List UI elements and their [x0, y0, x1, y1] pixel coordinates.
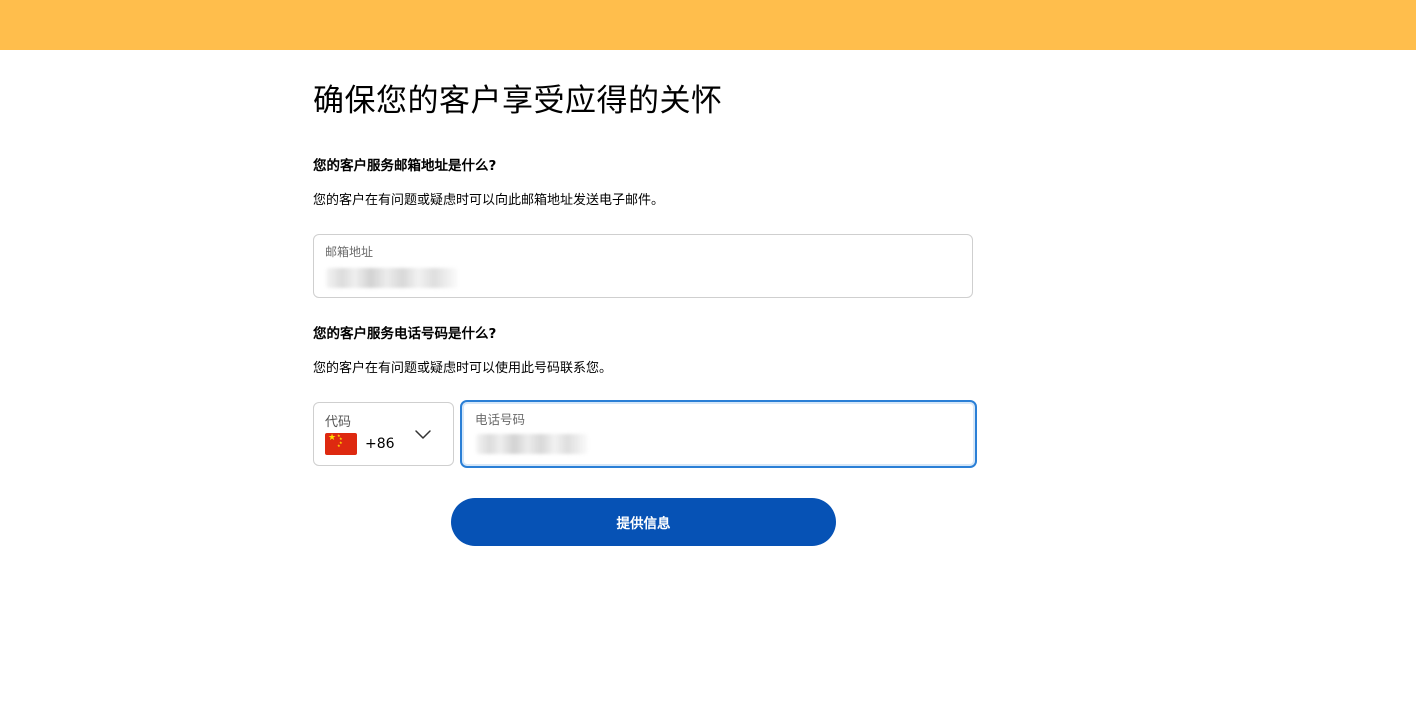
country-code-select[interactable]: 代码 ★ ★ ★ ★ ★ +86: [313, 402, 454, 466]
phone-field-label: 电话号码: [475, 412, 526, 427]
submit-button[interactable]: 提供信息: [451, 498, 836, 546]
flag-star-icon: ★: [328, 433, 337, 443]
email-field[interactable]: 邮箱地址: [313, 234, 973, 298]
chevron-down-icon[interactable]: [414, 425, 432, 443]
selected-dial-code: +86: [365, 436, 395, 452]
email-field-label: 邮箱地址: [325, 245, 374, 259]
phone-description: 您的客户在有问题或疑虑时可以使用此号码联系您。: [313, 361, 613, 376]
page-title: 确保您的客户享受应得的关怀: [313, 83, 723, 119]
phone-value-redacted: [476, 434, 588, 454]
china-flag-icon: ★ ★ ★ ★ ★: [325, 433, 357, 455]
email-question: 您的客户服务邮箱地址是什么?: [313, 158, 497, 174]
phone-number-field[interactable]: 电话号码: [460, 400, 977, 468]
flag-star-icon: ★: [337, 443, 341, 448]
email-value-redacted: [326, 268, 458, 288]
top-banner: [0, 0, 1416, 50]
country-code-label: 代码: [325, 415, 352, 430]
email-description: 您的客户在有问题或疑虑时可以向此邮箱地址发送电子邮件。: [313, 193, 665, 208]
phone-question: 您的客户服务电话号码是什么?: [313, 326, 497, 342]
